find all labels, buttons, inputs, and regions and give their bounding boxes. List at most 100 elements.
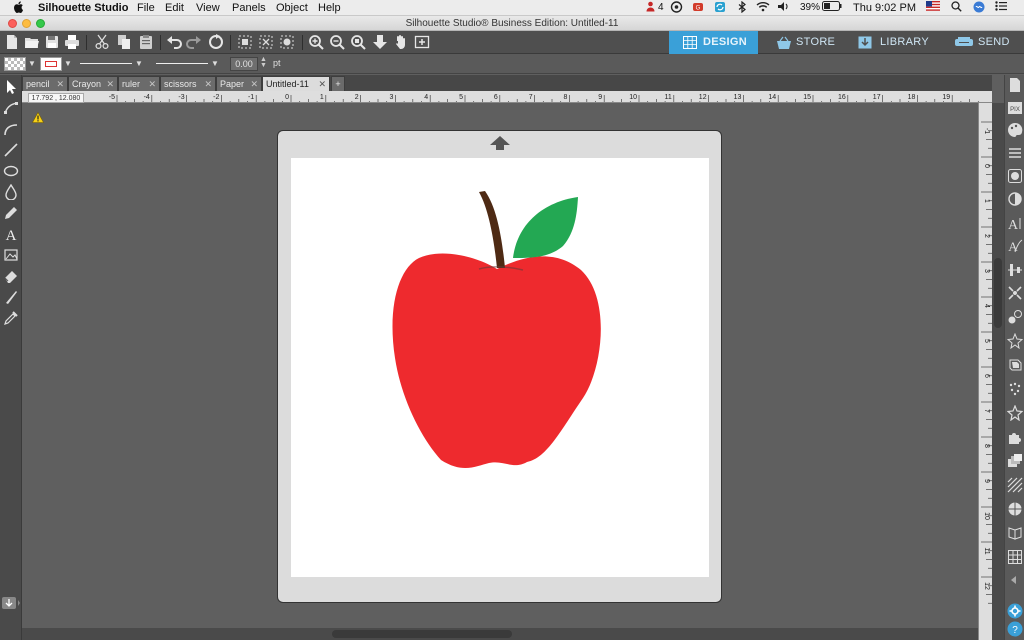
vertical-scroll-thumb[interactable] xyxy=(994,258,1002,328)
replicate-panel-icon[interactable] xyxy=(1007,309,1023,325)
library-globe-icon[interactable] xyxy=(1007,501,1023,517)
doc-tab-pencil[interactable]: pencil ✕ xyxy=(22,76,68,91)
store-tab[interactable]: STORE xyxy=(758,31,846,54)
nesting-panel-icon[interactable] xyxy=(1007,525,1023,541)
ellipse-tool-icon[interactable] xyxy=(3,163,19,179)
vertical-ruler[interactable]: -1 0 1 2 3 4 5 6 7 8 9 10 11 12 xyxy=(978,103,992,640)
image-trace-icon[interactable] xyxy=(3,247,19,263)
contrast-icon[interactable] xyxy=(1007,191,1023,207)
move-down-icon[interactable] xyxy=(372,34,388,50)
zoom-fit-icon[interactable] xyxy=(350,34,366,50)
pencil-tool-icon[interactable] xyxy=(3,205,19,221)
redo-icon[interactable] xyxy=(186,34,202,50)
menu-panels[interactable]: Panels xyxy=(232,1,266,15)
offset-panel-icon[interactable] xyxy=(1007,357,1023,373)
cutting-mat[interactable] xyxy=(277,130,722,603)
apple-icon[interactable] xyxy=(14,1,24,17)
undo-icon[interactable] xyxy=(166,34,182,50)
line-end-selector[interactable]: ▼ xyxy=(152,57,222,71)
point-edit-icon[interactable] xyxy=(3,100,19,116)
ungroup-icon[interactable] xyxy=(258,34,274,50)
transform-panel-icon[interactable] xyxy=(1007,285,1023,301)
horizontal-scroll-thumb[interactable] xyxy=(332,630,512,638)
zoom-out-icon[interactable] xyxy=(329,34,345,50)
eyedropper-icon[interactable] xyxy=(3,310,19,326)
line-width-input[interactable]: 0.00 xyxy=(230,57,258,71)
modify-panel-icon[interactable] xyxy=(1006,332,1024,350)
doc-tab-ruler[interactable]: ruler ✕ xyxy=(118,76,160,91)
vertical-scrollbar[interactable] xyxy=(992,103,1004,640)
help-icon[interactable]: ? xyxy=(1007,621,1023,637)
cut-icon[interactable] xyxy=(94,34,110,50)
menu-object[interactable]: Object xyxy=(276,1,308,15)
add-tab-button[interactable]: + xyxy=(331,76,345,91)
wifi-icon[interactable] xyxy=(756,1,770,17)
open-folder-icon[interactable] xyxy=(24,34,40,50)
layers-panel-icon[interactable] xyxy=(1007,453,1023,469)
knife-tool-icon[interactable] xyxy=(3,289,19,305)
page-setup-icon[interactable] xyxy=(1007,77,1023,93)
fill-color-swatch[interactable] xyxy=(4,57,26,71)
close-tab-icon[interactable]: ✕ xyxy=(148,77,156,91)
apple-design[interactable] xyxy=(291,158,709,577)
line-color-dropdown-icon[interactable]: ▼ xyxy=(64,59,72,68)
line-width-stepper[interactable]: ▲ ▼ xyxy=(260,56,267,69)
user-alert-icon[interactable] xyxy=(646,1,655,17)
fill-drop-icon[interactable] xyxy=(3,183,19,201)
group-icon[interactable] xyxy=(237,34,253,50)
warning-icon[interactable] xyxy=(31,110,45,123)
doc-tab-paper[interactable]: Paper ✕ xyxy=(216,76,262,91)
curve-tool-icon[interactable] xyxy=(3,121,19,137)
close-tab-icon[interactable]: ✕ xyxy=(204,77,212,91)
line-style-panel-icon[interactable] xyxy=(1007,145,1023,161)
volume-icon[interactable] xyxy=(777,1,790,17)
app-name-menu[interactable]: Silhouette Studio xyxy=(38,1,128,15)
line-style-selector[interactable]: ▼ xyxy=(76,57,146,71)
save-icon[interactable] xyxy=(44,34,60,50)
close-tab-icon[interactable]: ✕ xyxy=(106,77,114,91)
puzzle-panel-icon[interactable] xyxy=(1007,429,1023,445)
menubar-clock[interactable]: Thu 9:02 PM xyxy=(853,1,916,15)
pan-hand-icon[interactable] xyxy=(393,34,409,50)
text-style-icon[interactable]: A xyxy=(1007,215,1023,233)
fill-dropdown-icon[interactable]: ▼ xyxy=(28,59,36,68)
close-tab-icon[interactable]: ✕ xyxy=(56,77,64,91)
menu-view[interactable]: View xyxy=(196,1,220,15)
close-tab-icon[interactable]: ✕ xyxy=(318,77,326,91)
send-tab[interactable]: SEND xyxy=(942,31,1024,54)
menu-file[interactable]: File xyxy=(137,1,155,15)
collapse-panel-icon[interactable] xyxy=(1,595,21,611)
trace-panel-icon[interactable] xyxy=(1007,381,1023,397)
horizontal-scrollbar[interactable] xyxy=(22,628,978,640)
line-color-swatch[interactable] xyxy=(40,57,62,71)
copy-icon[interactable] xyxy=(116,34,132,50)
align-panel-icon[interactable] xyxy=(1007,262,1023,278)
eraser-icon[interactable] xyxy=(3,268,19,284)
notification-center-icon[interactable] xyxy=(995,1,1007,16)
refresh-icon[interactable] xyxy=(208,34,224,50)
select-arrow-icon[interactable] xyxy=(3,79,19,95)
spotlight-search-icon[interactable] xyxy=(951,1,962,17)
text-to-path-icon[interactable]: A xyxy=(1007,238,1023,254)
design-page[interactable] xyxy=(291,158,709,577)
line-tool-icon[interactable] xyxy=(3,142,19,158)
doc-tab-crayon[interactable]: Crayon ✕ xyxy=(68,76,118,91)
menu-edit[interactable]: Edit xyxy=(165,1,184,15)
design-tab[interactable]: DESIGN xyxy=(669,31,758,54)
grid-panel-icon[interactable] xyxy=(1007,549,1023,565)
pattern-fill-icon[interactable] xyxy=(1007,477,1023,493)
horizontal-ruler[interactable]: -5 -4 -3 -2 -1 0 1 2 3 4 5 6 7 8 9 10 11 12 13 14 15 16 17 18 19 xyxy=(22,91,992,103)
select-all-icon[interactable] xyxy=(279,34,295,50)
battery-icon[interactable] xyxy=(822,1,842,16)
close-tab-icon[interactable]: ✕ xyxy=(250,77,258,91)
doc-tab-untitled-11[interactable]: Untitled-11 ✕ xyxy=(262,76,330,91)
input-source-flag-icon[interactable] xyxy=(926,1,940,16)
text-tool-icon[interactable]: A xyxy=(3,226,19,244)
menu-help[interactable]: Help xyxy=(318,1,341,15)
collapse-right-icon[interactable] xyxy=(1010,571,1024,587)
doc-tab-scissors[interactable]: scissors ✕ xyxy=(160,76,216,91)
add-page-icon[interactable] xyxy=(414,34,430,50)
image-effects-icon[interactable] xyxy=(1007,168,1023,184)
pixscan-icon[interactable]: PIX xyxy=(1007,100,1023,116)
print-icon[interactable] xyxy=(64,34,80,50)
